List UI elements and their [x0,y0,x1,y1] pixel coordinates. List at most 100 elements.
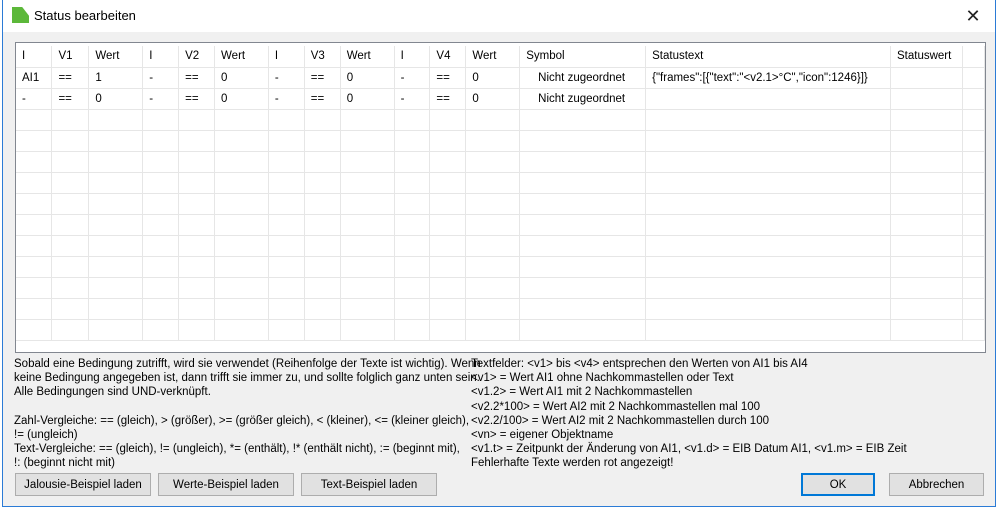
table-cell[interactable] [304,319,341,341]
table-cell[interactable] [268,319,305,341]
table-cell[interactable] [214,193,269,215]
table-cell[interactable] [268,193,305,215]
table-cell[interactable] [51,130,90,152]
table-cell[interactable] [429,214,467,236]
table-cell[interactable] [890,109,963,131]
table-cell[interactable] [51,319,90,341]
table-cell[interactable] [304,214,341,236]
cancel-button[interactable]: Abbrechen [889,473,984,496]
table-cell[interactable] [340,151,395,173]
table-cell[interactable] [178,277,216,299]
table-cell[interactable] [519,130,647,152]
table-cell[interactable] [268,214,305,236]
table-cell[interactable] [268,235,305,257]
table-cell[interactable] [429,151,467,173]
table-cell[interactable] [465,130,521,152]
table-cell[interactable] [142,109,180,131]
table-cell[interactable] [394,130,431,152]
table-cell[interactable] [519,235,647,257]
table-cell[interactable] [16,130,53,152]
table-row[interactable]: AI1 == 1- == 0- == 0- == 0 Nicht zugeordnet {"fram… [16,67,985,89]
table-cell[interactable] [268,298,305,320]
table-cell[interactable] [962,214,985,236]
table-cell[interactable] [88,151,144,173]
table-cell[interactable] [51,214,90,236]
table-cell[interactable] [178,172,216,194]
table-cell[interactable] [88,235,144,257]
table-cell[interactable]: Nicht zugeordnet [519,67,647,89]
table-cell[interactable] [465,193,521,215]
table-cell[interactable] [340,214,395,236]
table-cell[interactable] [519,298,647,320]
table-cell[interactable] [214,214,269,236]
table-cell[interactable] [519,214,647,236]
table-cell[interactable]: AI1 [16,67,53,89]
table-cell[interactable] [16,256,53,278]
table-cell[interactable] [142,277,180,299]
table-cell[interactable] [88,319,144,341]
table-cell[interactable] [178,235,216,257]
table-cell[interactable] [268,256,305,278]
table-cell[interactable] [429,277,467,299]
empty-row[interactable] [16,214,985,236]
table-cell[interactable] [142,172,180,194]
table-cell[interactable]: - [268,88,305,110]
table-cell[interactable] [142,193,180,215]
empty-row[interactable] [16,130,985,152]
close-button[interactable]: ✕ [951,0,995,32]
table-cell[interactable]: == [178,67,216,89]
table-cell[interactable]: 1 [88,67,144,89]
table-cell[interactable] [214,172,269,194]
table-cell[interactable] [519,151,647,173]
table-cell[interactable] [88,256,144,278]
table-cell[interactable] [429,172,467,194]
table-cell[interactable] [465,298,521,320]
table-cell[interactable] [304,235,341,257]
table-cell[interactable] [962,256,985,278]
table-cell[interactable]: - [394,67,431,89]
table-cell[interactable]: == [429,88,467,110]
table-cell[interactable] [51,172,90,194]
table-cell[interactable] [178,151,216,173]
table-cell[interactable] [962,67,985,89]
table-cell[interactable] [394,214,431,236]
table-cell[interactable]: - [394,88,431,110]
table-cell[interactable] [429,298,467,320]
table-cell[interactable] [519,277,647,299]
table-cell[interactable] [890,193,963,215]
table-cell[interactable] [394,193,431,215]
table-cell[interactable] [304,256,341,278]
table-cell[interactable]: == [429,67,467,89]
table-cell[interactable] [16,193,53,215]
table-cell[interactable] [51,109,90,131]
table-cell[interactable] [16,298,53,320]
table-cell[interactable] [88,193,144,215]
table-cell[interactable] [214,277,269,299]
table-cell[interactable]: == [51,67,90,89]
table-cell[interactable] [51,151,90,173]
table-cell[interactable] [16,235,53,257]
table-cell[interactable]: Nicht zugeordnet [519,88,647,110]
table-cell[interactable] [645,151,891,173]
table-cell[interactable] [304,193,341,215]
table-cell[interactable] [88,277,144,299]
table-cell[interactable] [962,235,985,257]
table-cell[interactable]: 0 [88,88,144,110]
table-cell[interactable] [178,214,216,236]
table-cell[interactable] [645,130,891,152]
table-cell[interactable] [214,235,269,257]
table-cell[interactable] [178,319,216,341]
table-cell[interactable] [890,130,963,152]
header-row[interactable]: I V1 Wert I V2 Wert I V3 Wert I V4 Wert Symbol Status… [16,46,985,68]
table-cell[interactable] [890,214,963,236]
table-cell[interactable] [890,235,963,257]
table-cell[interactable] [178,109,216,131]
empty-row[interactable] [16,193,985,215]
table-cell[interactable] [962,88,985,110]
table-cell[interactable] [51,235,90,257]
table-cell[interactable] [51,193,90,215]
table-cell[interactable] [142,235,180,257]
table-cell[interactable] [178,130,216,152]
table-cell[interactable] [645,298,891,320]
table-cell[interactable] [340,109,395,131]
